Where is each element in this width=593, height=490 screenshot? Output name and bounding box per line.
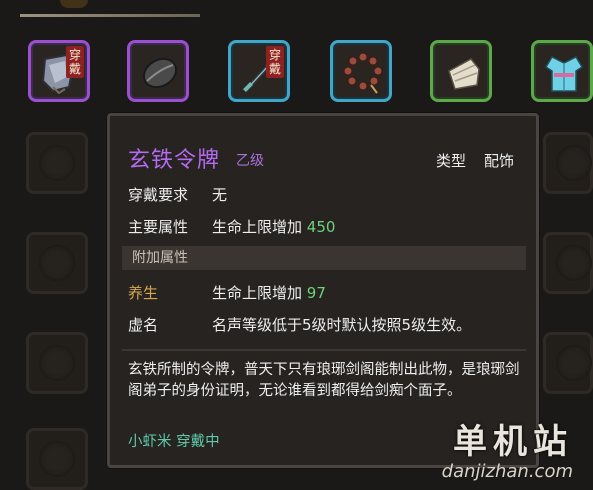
slot-bandage[interactable] xyxy=(430,40,492,102)
empty-slot[interactable] xyxy=(26,428,88,490)
empty-slot[interactable] xyxy=(543,132,593,194)
type-value: 配饰 xyxy=(484,152,515,170)
bandage-icon xyxy=(448,58,480,90)
equipped-badge: 穿戴 xyxy=(66,46,84,78)
watermark: 单机站 danjizhan.com xyxy=(413,414,573,484)
dark-shell-icon xyxy=(142,57,178,89)
extra-attr-header: 附加属性 xyxy=(122,246,526,270)
slot-dark-shell[interactable] xyxy=(127,40,189,102)
divider xyxy=(122,349,526,351)
main-attr-label: 主要属性 xyxy=(128,218,189,236)
empty-slot[interactable] xyxy=(26,132,88,194)
top-separator xyxy=(20,14,200,17)
empty-slot[interactable] xyxy=(543,332,593,394)
extra-attr-row-1: 养生 生命上限增加 97 xyxy=(128,282,326,303)
slot-token[interactable]: 穿戴 xyxy=(28,40,90,102)
top-glow xyxy=(60,0,88,8)
extra1-label: 养生 xyxy=(128,284,159,302)
extra1-value: 生命上限增加 97 xyxy=(212,282,326,303)
requirement-row: 穿戴要求 无 xyxy=(128,184,227,205)
extra2-text: 名声等级低于5级时默认按照5级生效。 xyxy=(212,316,472,334)
main-attr-number: 450 xyxy=(306,218,336,236)
empty-slot[interactable] xyxy=(26,332,88,394)
equipped-by: 小虾米 穿戴中 xyxy=(128,434,220,450)
item-grade: 乙级 xyxy=(236,153,264,169)
watermark-cn: 单机站 xyxy=(453,422,573,462)
item-description: 玄铁所制的令牌，普天下只有琅琊剑阁能制出此物，是琅琊剑阁弟子的身份证明，无论谁看… xyxy=(128,362,520,399)
slot-robe[interactable] xyxy=(531,40,593,102)
equipped-badge: 穿戴 xyxy=(266,46,284,78)
extra2-label: 虚名 xyxy=(128,316,159,334)
robe-icon xyxy=(544,56,584,92)
empty-slot[interactable] xyxy=(543,232,593,294)
prayer-beads-icon xyxy=(343,52,383,94)
extra1-number: 97 xyxy=(306,284,326,302)
requirement-value: 无 xyxy=(212,186,228,204)
main-attr-text: 生命上限增加 xyxy=(212,218,303,236)
watermark-en: danjizhan.com xyxy=(441,461,573,482)
type-label: 类型 xyxy=(436,152,467,170)
slot-prayer-beads[interactable] xyxy=(330,40,392,102)
main-attr-value: 生命上限增加 450 xyxy=(212,216,335,237)
main-attr-row: 主要属性 生命上限增加 450 xyxy=(128,216,335,237)
slot-sword[interactable]: 穿戴 xyxy=(228,40,290,102)
extra-attr-row-2: 虚名 名声等级低于5级时默认按照5级生效。 xyxy=(128,314,471,335)
extra1-text: 生命上限增加 xyxy=(212,284,303,302)
item-title: 玄铁令牌 xyxy=(128,148,221,173)
requirement-label: 穿戴要求 xyxy=(128,186,189,204)
empty-slot[interactable] xyxy=(26,232,88,294)
